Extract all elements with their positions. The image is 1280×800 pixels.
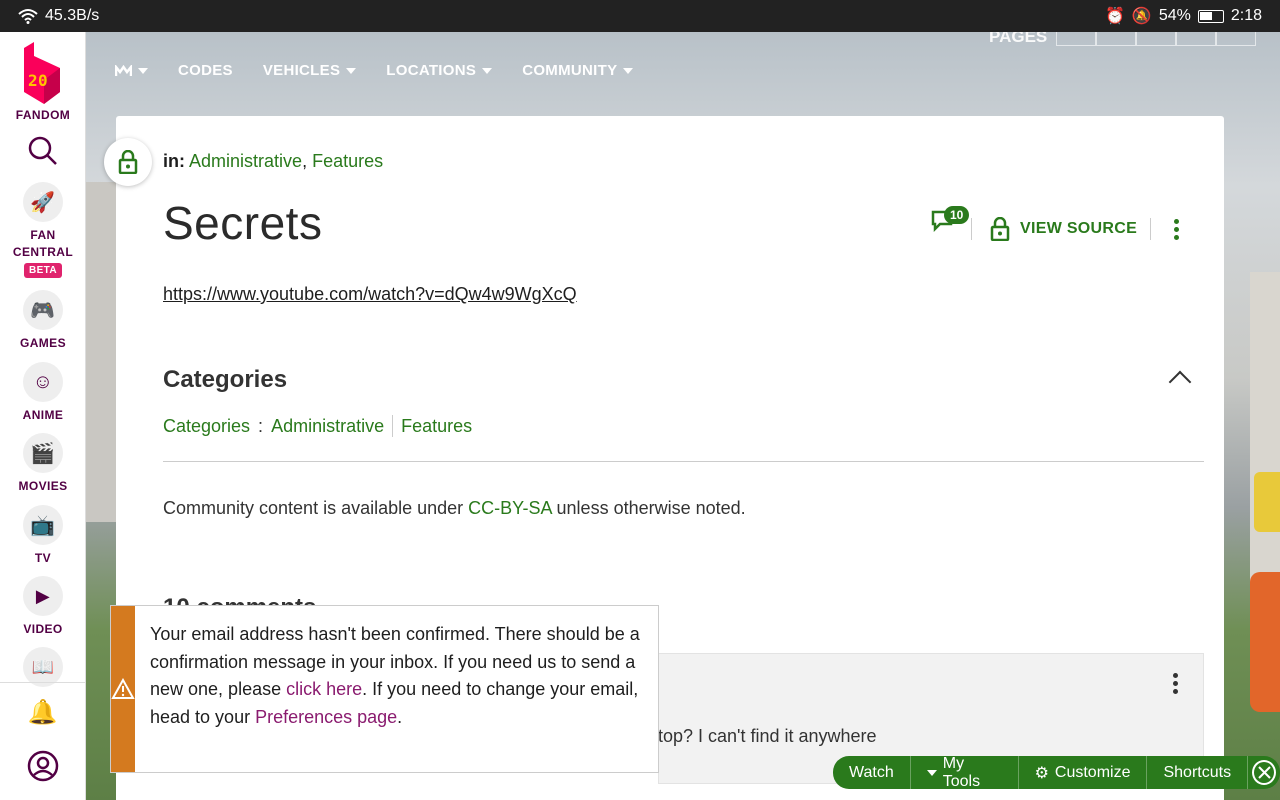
sidebar-item-movies[interactable]: 🎬 MOVIES: [0, 433, 86, 493]
bell-icon: 🔔: [27, 699, 59, 726]
tv-icon: 📺: [30, 514, 56, 537]
comment-more-menu-icon[interactable]: [1173, 673, 1178, 694]
category-features[interactable]: Features: [401, 416, 472, 437]
nav-vehicles[interactable]: VEHICLES: [263, 62, 357, 79]
wiki-nav: CODES VEHICLES LOCATIONS COMMUNITY: [115, 62, 634, 79]
beta-badge: BETA: [23, 263, 63, 278]
discuss-icon[interactable]: [1096, 32, 1136, 46]
book-icon: 📖: [31, 656, 55, 677]
wifi-icon: [18, 9, 38, 24]
wiki-toolbar: Watch My Tools ⚙ Customize Shortcuts: [833, 755, 1280, 790]
rocket-icon: 🚀: [30, 191, 56, 214]
sidebar-divider: [0, 682, 86, 683]
license-link[interactable]: CC-BY-SA: [468, 498, 551, 518]
wiki-top-icons: [1056, 32, 1256, 46]
battery-percent: 54%: [1158, 7, 1191, 24]
close-toolbar-icon[interactable]: [1252, 760, 1276, 785]
sidebar-item-wiki[interactable]: 📖: [0, 647, 86, 693]
divider: [392, 415, 394, 437]
lock-icon: [118, 150, 138, 174]
anime-face-icon: ☺: [32, 370, 54, 393]
search-icon: [28, 136, 57, 165]
category-administrative[interactable]: Administrative: [271, 416, 384, 437]
net-speed: 45.3B/s: [45, 7, 100, 24]
email-confirmation-banner: Your email address hasn't been confirmed…: [110, 605, 659, 773]
my-tools-button[interactable]: My Tools: [911, 755, 1019, 790]
clock: 2:18: [1230, 7, 1262, 24]
mute-bell-icon: 🔕: [1131, 8, 1152, 25]
category-link-features[interactable]: Features: [312, 151, 383, 171]
chevron-down-icon: [926, 769, 937, 776]
sidebar-search[interactable]: [0, 136, 86, 166]
fandom-sidebar: 20 FANDOM 🚀 FAN CENTRAL BETA 🎮 GAMES ☺ A…: [0, 32, 86, 800]
categories-index-link[interactable]: Categories: [163, 416, 250, 437]
watch-button[interactable]: Watch: [833, 756, 911, 789]
nav-codes[interactable]: CODES: [178, 62, 233, 79]
nav-wiki-home[interactable]: [115, 64, 148, 77]
fandom-logo-icon: 20: [24, 42, 60, 104]
banner-message: Your email address hasn't been confirmed…: [150, 624, 640, 727]
svg-text:20: 20: [28, 71, 48, 90]
divider: [1150, 218, 1151, 240]
categories-list: Categories : Administrative Features: [163, 415, 472, 437]
chevron-down-icon: [623, 67, 634, 74]
page-more-menu-icon[interactable]: [1174, 219, 1179, 240]
comment-count-badge: 10: [944, 206, 970, 224]
page-title: Secrets: [163, 197, 323, 249]
preferences-link[interactable]: Preferences page: [255, 707, 397, 727]
shortcuts-button[interactable]: Shortcuts: [1147, 756, 1249, 789]
breadcrumb: in: Administrative, Features: [163, 151, 384, 171]
wiki-logo-icon: [115, 64, 132, 76]
customize-button[interactable]: ⚙ Customize: [1019, 756, 1148, 789]
youtube-link[interactable]: https://www.youtube.com/watch?v=dQw4w9Wg…: [163, 284, 577, 305]
chevron-down-icon: [482, 67, 493, 74]
status-bar: 45.3B/s ⏰ 🔕 54% 2:18: [0, 0, 1280, 32]
warning-icon: [111, 678, 135, 699]
gear-icon: ⚙: [1034, 764, 1049, 782]
dropdown-icon[interactable]: [1136, 32, 1176, 46]
sidebar-item-tv[interactable]: 📺 TV: [0, 505, 86, 565]
view-source-button[interactable]: VIEW SOURCE: [990, 217, 1137, 241]
sidebar-item-fan-central[interactable]: 🚀 FAN CENTRAL BETA: [0, 182, 86, 278]
gamepad-icon: 🎮: [30, 299, 56, 322]
comment-text: top? I can't find it anywhere: [658, 726, 877, 746]
video-play-icon: ▶: [35, 585, 51, 606]
notifications-button[interactable]: 🔔: [0, 698, 86, 727]
lock-icon: [990, 217, 1010, 241]
sidebar-item-video[interactable]: ▶ VIDEO: [0, 576, 86, 636]
nav-community[interactable]: COMMUNITY: [522, 62, 634, 79]
protection-indicator[interactable]: [104, 138, 152, 186]
sidebar-item-anime[interactable]: ☺ ANIME: [0, 362, 86, 422]
theme-icon[interactable]: [1176, 32, 1216, 46]
license-notice: Community content is available under CC-…: [163, 498, 746, 518]
battery-icon: [1197, 9, 1224, 23]
chevron-down-icon: [138, 67, 148, 74]
account-button[interactable]: [0, 750, 86, 782]
category-link-administrative[interactable]: Administrative: [189, 151, 302, 171]
fandom-logo[interactable]: 20 FANDOM: [0, 42, 86, 122]
warning-strip: [111, 606, 135, 772]
resend-confirmation-link[interactable]: click here: [286, 679, 362, 699]
divider: [163, 461, 1204, 462]
chevron-down-icon: [346, 67, 357, 74]
nav-locations[interactable]: LOCATIONS: [386, 62, 493, 79]
more-icon[interactable]: [1216, 32, 1256, 46]
search-icon[interactable]: [1056, 32, 1096, 46]
clapperboard-icon: 🎬: [30, 442, 56, 465]
sidebar-item-games[interactable]: 🎮 GAMES: [0, 290, 86, 350]
categories-heading: Categories: [163, 366, 288, 393]
colon: :: [258, 415, 264, 436]
alarm-icon: ⏰: [1104, 8, 1125, 25]
divider: [971, 218, 972, 240]
user-avatar-icon: [27, 750, 59, 782]
